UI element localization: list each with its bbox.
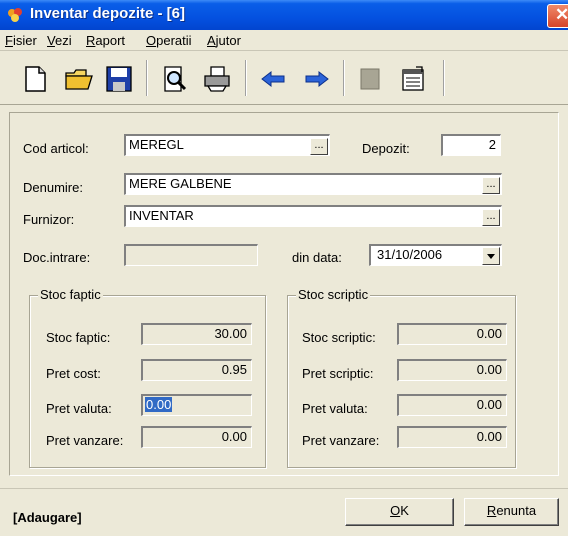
open-folder-icon[interactable] [64,64,94,94]
pret-valuta-scriptic-label: Pret valuta: [302,401,368,416]
bottom-divider [0,488,568,489]
arrow-left-icon[interactable] [258,64,288,94]
menu-raport[interactable]: Raport [86,33,125,48]
din-data-label: din data: [292,250,342,265]
menu-operatii[interactable]: Operatii [146,33,192,48]
status-label: [Adaugare] [13,510,82,525]
close-button[interactable]: ✕ [547,4,568,28]
menu-ajutor[interactable]: Ajutor [207,33,241,48]
stoc-faptic-label: Stoc faptic: [46,330,111,345]
stoc-scriptic-title: Stoc scriptic [296,287,371,302]
doc-intrare-label: Doc.intrare: [23,250,91,265]
print-preview-icon[interactable] [160,64,190,94]
date-dropdown[interactable]: 31/10/2006 [369,244,502,266]
save-icon[interactable] [104,64,134,94]
stop-icon[interactable] [355,64,385,94]
toolbar-separator [245,60,247,96]
menu-vezi[interactable]: Vezi [47,33,72,48]
menu-fisier[interactable]: Fisier [5,33,37,48]
inventory-window: Inventar depozite - [6] ✕ Fisier Vezi Ra… [0,0,568,536]
doc-intrare-field[interactable] [124,244,258,266]
title-bar[interactable]: Inventar depozite - [6] ✕ [0,0,568,30]
denumire-lookup-button[interactable]: ... [482,177,500,194]
toolbar [0,52,568,105]
pret-vanzare-label: Pret vanzare: [46,433,124,448]
window-title: Inventar depozite - [6] [30,5,186,22]
pret-valuta-label: Pret valuta: [46,401,112,416]
furnizor-label: Furnizor: [23,212,75,227]
stoc-faptic-title: Stoc faptic [38,287,103,302]
app-icon [8,8,22,22]
stoc-faptic-field[interactable]: 30.00 [141,323,252,345]
cod-articol-lookup-button[interactable]: ... [310,138,328,155]
pret-valuta-scriptic-field[interactable]: 0.00 [397,394,507,416]
furnizor-field[interactable]: INVENTAR ... [124,205,502,227]
pret-vanzare-scriptic-field[interactable]: 0.00 [397,426,507,448]
cancel-button[interactable]: Renunta [464,498,559,526]
arrow-right-icon[interactable] [302,64,332,94]
stoc-scriptic-label: Stoc scriptic: [302,330,376,345]
depozit-field[interactable]: 2 [441,134,501,156]
pret-scriptic-label: Pret scriptic: [302,366,374,381]
properties-icon[interactable] [398,64,428,94]
pret-vanzare-field[interactable]: 0.00 [141,426,252,448]
denumire-label: Denumire: [23,180,83,195]
cod-articol-field[interactable]: MEREGL ... [124,134,330,156]
stoc-scriptic-field[interactable]: 0.00 [397,323,507,345]
chevron-down-icon[interactable] [482,247,500,265]
ok-button[interactable]: OK [345,498,454,526]
close-icon: ✕ [555,5,568,24]
menu-bar: Fisier Vezi Raport Operatii Ajutor [0,30,568,51]
denumire-field[interactable]: MERE GALBENE ... [124,173,502,195]
depozit-label: Depozit: [362,141,410,156]
new-doc-icon[interactable] [20,64,50,94]
toolbar-separator [343,60,345,96]
pret-vanzare-scriptic-label: Pret vanzare: [302,433,380,448]
pret-cost-label: Pret cost: [46,366,101,381]
print-icon[interactable] [202,64,232,94]
toolbar-separator [146,60,148,96]
pret-cost-field[interactable]: 0.95 [141,359,252,381]
toolbar-separator [443,60,445,96]
pret-valuta-field[interactable]: 0.00 [141,394,252,416]
pret-scriptic-field[interactable]: 0.00 [397,359,507,381]
cod-articol-label: Cod articol: [23,141,89,156]
furnizor-lookup-button[interactable]: ... [482,209,500,226]
